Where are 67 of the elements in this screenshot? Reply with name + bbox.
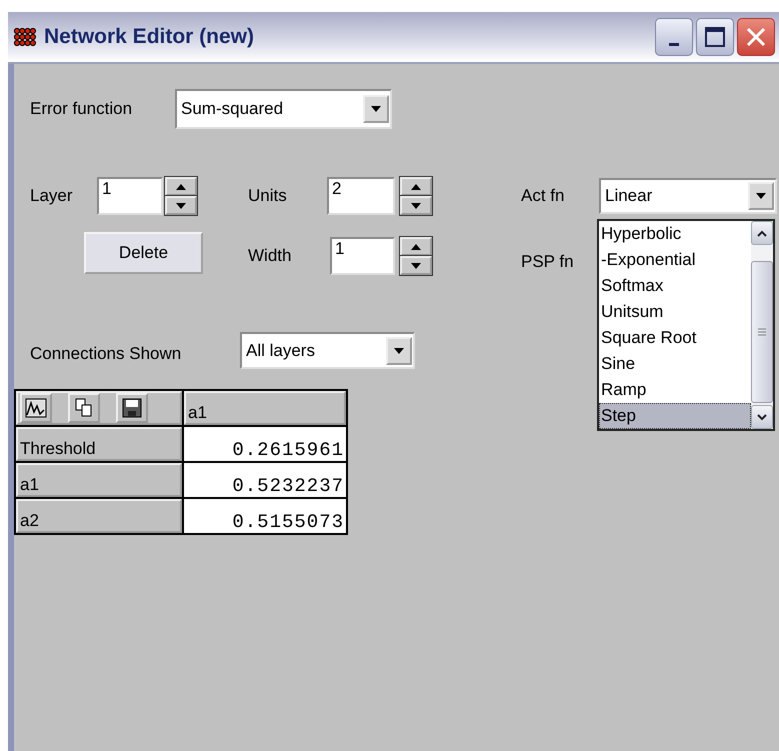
save-icon <box>122 398 142 418</box>
scroll-down-button[interactable] <box>751 405 773 429</box>
down-arrow-icon <box>756 193 766 199</box>
scroll-up-button[interactable] <box>751 221 773 245</box>
spin-up-button[interactable] <box>400 237 432 256</box>
scrollbar-thumb[interactable] <box>751 261 773 403</box>
table-cell: 0.5155073 <box>184 499 346 533</box>
save-button[interactable] <box>116 393 148 423</box>
field-label: Units <box>248 186 288 206</box>
field-label: Act fn <box>521 186 566 206</box>
field-label: Width <box>248 246 292 266</box>
dropdown-option[interactable]: Softmax <box>599 273 751 299</box>
chart-button[interactable] <box>20 393 52 423</box>
minimize-icon <box>669 42 679 46</box>
dropdown-button[interactable] <box>748 182 774 210</box>
column-header: a1 <box>184 391 346 425</box>
dropdown-button[interactable] <box>386 336 412 364</box>
dropdown-option[interactable]: -Exponential <box>599 247 751 273</box>
down-arrow-icon <box>411 202 421 208</box>
copy-button[interactable] <box>68 393 100 423</box>
dropdown-option[interactable]: Step <box>599 403 751 429</box>
layer-field[interactable]: 1 <box>97 177 163 215</box>
row-header: Threshold <box>16 427 182 461</box>
table-cell: 0.2615961 <box>184 427 346 461</box>
down-arrow-icon <box>176 202 186 208</box>
row-header: a2 <box>16 499 182 533</box>
down-arrow-icon <box>411 262 421 268</box>
connections-dropdown[interactable]: All layers <box>240 332 415 369</box>
dropdown-option[interactable]: Unitsum <box>599 299 751 325</box>
chevron-down-icon <box>757 414 767 420</box>
spin-down-button[interactable] <box>400 256 432 275</box>
table-cell: 0.5232237 <box>184 463 346 497</box>
up-arrow-icon <box>176 184 186 190</box>
spin-up-button[interactable] <box>400 177 432 196</box>
dropdown-option[interactable]: Square Root <box>599 325 751 351</box>
field-label: Connections Shown <box>30 344 182 364</box>
grip-icon <box>758 328 766 336</box>
spin-up-button[interactable] <box>165 177 197 196</box>
row-header: a1 <box>16 463 182 497</box>
delete-button[interactable]: Delete <box>84 232 203 274</box>
minimize-button[interactable] <box>655 18 693 56</box>
field-label: PSP fn <box>521 252 574 272</box>
spin-down-button[interactable] <box>165 196 197 215</box>
up-arrow-icon <box>411 244 421 250</box>
up-arrow-icon <box>411 184 421 190</box>
down-arrow-icon <box>371 106 381 112</box>
window-title: Network Editor (new) <box>44 25 256 49</box>
dropdown-button[interactable] <box>363 95 389 123</box>
units-field[interactable]: 2 <box>327 177 395 215</box>
field-label: Layer <box>30 186 74 206</box>
chart-icon <box>25 398 47 418</box>
field-label: Error function <box>30 99 134 119</box>
close-icon <box>745 26 767 48</box>
chevron-up-icon <box>757 230 767 236</box>
dropdown-option[interactable]: Hyperbolic <box>599 221 751 247</box>
act-fn-dropdown[interactable]: Linear <box>599 178 777 214</box>
down-arrow-icon <box>394 348 404 354</box>
copy-icon <box>75 398 93 418</box>
close-button[interactable] <box>737 18 775 56</box>
app-icon <box>14 28 36 46</box>
width-field[interactable]: 1 <box>330 237 395 275</box>
maximize-button[interactable] <box>696 18 734 56</box>
dropdown-option[interactable]: Ramp <box>599 377 751 403</box>
maximize-icon <box>704 26 726 48</box>
spin-down-button[interactable] <box>400 196 432 215</box>
dropdown-option[interactable]: Sine <box>599 351 751 377</box>
error-function-dropdown[interactable]: Sum-squared <box>175 89 392 129</box>
